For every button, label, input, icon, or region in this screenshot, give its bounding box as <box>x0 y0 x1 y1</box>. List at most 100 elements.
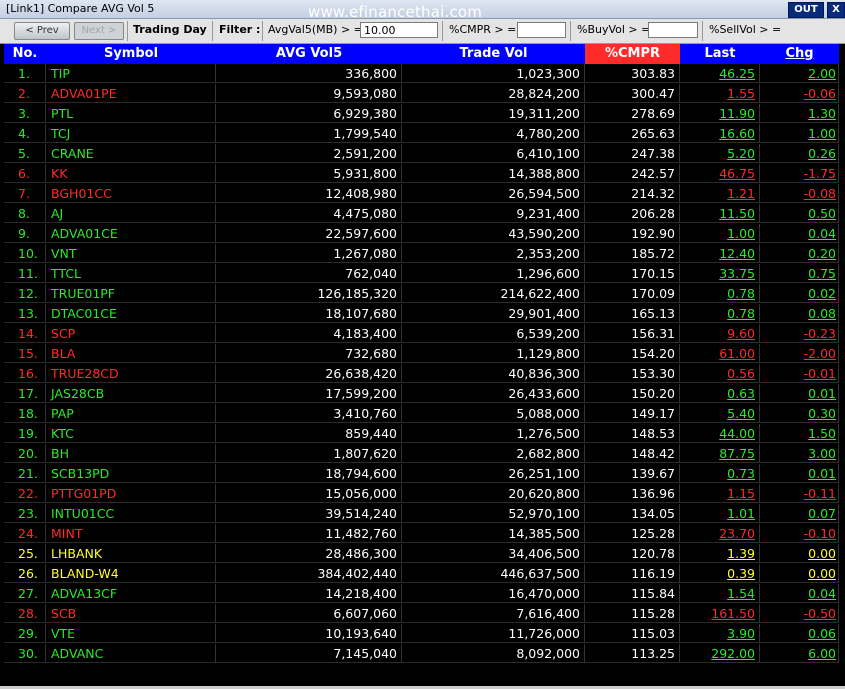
buyvol-filter-input[interactable] <box>648 22 698 38</box>
row-chg-link[interactable]: 0.00 <box>760 564 839 583</box>
row-chg-link[interactable]: -1.75 <box>760 164 839 183</box>
cmpr-filter-input[interactable] <box>517 22 566 38</box>
table-row[interactable]: 9. ADVA01CE 22,597,600 43,590,200 192.90 1.00… <box>4 224 839 244</box>
row-last-link[interactable]: 5.40 <box>680 404 760 423</box>
row-symbol[interactable]: SCB <box>46 604 216 623</box>
row-chg-link[interactable]: 1.50 <box>760 424 839 443</box>
table-row[interactable]: 6. KK 5,931,800 14,388,800 242.57 46.75 -1.75 <box>4 164 839 184</box>
table-row[interactable]: 18. PAP 3,410,760 5,088,000 149.17 5.40 0.30 <box>4 404 839 424</box>
row-last-link[interactable]: 1.54 <box>680 584 760 603</box>
row-symbol[interactable]: ADVANC <box>46 644 216 663</box>
row-symbol[interactable]: JAS28CB <box>46 384 216 403</box>
row-chg-link[interactable]: 0.08 <box>760 304 839 323</box>
table-row[interactable]: 17. JAS28CB 17,599,200 26,433,600 150.20 0.63… <box>4 384 839 404</box>
row-chg-link[interactable]: 0.04 <box>760 224 839 243</box>
row-symbol[interactable]: BH <box>46 444 216 463</box>
row-symbol[interactable]: CRANE <box>46 144 216 163</box>
table-row[interactable]: 24. MINT 11,482,760 14,385,500 125.28 23.70 -0… <box>4 524 839 544</box>
row-last-link[interactable]: 3.90 <box>680 624 760 643</box>
row-symbol[interactable]: DTAC01CE <box>46 304 216 323</box>
table-row[interactable]: 29. VTE 10,193,640 11,726,000 115.03 3.90 0.06 <box>4 624 839 644</box>
row-symbol[interactable]: BLAND-W4 <box>46 564 216 583</box>
row-symbol[interactable]: KTC <box>46 424 216 443</box>
table-row[interactable]: 7. BGH01CC 12,408,980 26,594,500 214.32 1.21-… <box>4 184 839 204</box>
row-symbol[interactable]: SCP <box>46 324 216 343</box>
row-chg-link[interactable]: -0.06 <box>760 84 839 103</box>
row-last-link[interactable]: 46.75 <box>680 164 760 183</box>
row-last-link[interactable]: 1.15 <box>680 484 760 503</box>
row-last-link[interactable]: 0.56 <box>680 364 760 383</box>
row-last-link[interactable]: 1.55 <box>680 84 760 103</box>
table-row[interactable]: 13. DTAC01CE 18,107,680 29,901,400 165.13 0.7… <box>4 304 839 324</box>
row-chg-link[interactable]: -0.23 <box>760 324 839 343</box>
table-row[interactable]: 5. CRANE 2,591,200 6,410,100 247.38 5.20 0.26 <box>4 144 839 164</box>
row-chg-link[interactable]: 0.01 <box>760 384 839 403</box>
row-last-link[interactable]: 11.90 <box>680 104 760 123</box>
row-last-link[interactable]: 33.75 <box>680 264 760 283</box>
row-last-link[interactable]: 1.21 <box>680 184 760 203</box>
row-chg-link[interactable]: 1.30 <box>760 104 839 123</box>
row-last-link[interactable]: 161.50 <box>680 604 760 623</box>
table-row[interactable]: 30. ADVANC 7,145,040 8,092,000 113.25 292.00 6… <box>4 644 839 664</box>
table-row[interactable]: 25. LHBANK 28,486,300 34,406,500 120.78 1.39 0… <box>4 544 839 564</box>
header-last[interactable]: Last <box>680 44 760 64</box>
row-last-link[interactable]: 1.39 <box>680 544 760 563</box>
table-row[interactable]: 10. VNT 1,267,080 2,353,200 185.72 12.40 0.20 <box>4 244 839 264</box>
row-chg-link[interactable]: 0.20 <box>760 244 839 263</box>
row-last-link[interactable]: 5.20 <box>680 144 760 163</box>
row-chg-link[interactable]: -0.10 <box>760 524 839 543</box>
row-symbol[interactable]: TIP <box>46 64 216 83</box>
header-cmpr[interactable]: %CMPR <box>585 44 680 64</box>
row-chg-link[interactable]: 1.00 <box>760 124 839 143</box>
header-no[interactable]: No. <box>4 44 46 64</box>
table-row[interactable]: 16. TRUE28CD 26,638,420 40,836,300 153.30 0.5… <box>4 364 839 384</box>
row-symbol[interactable]: PTL <box>46 104 216 123</box>
row-chg-link[interactable]: -2.00 <box>760 344 839 363</box>
row-chg-link[interactable]: 0.04 <box>760 584 839 603</box>
table-row[interactable]: 8. AJ 4,475,080 9,231,400 206.28 11.50 0.50 <box>4 204 839 224</box>
row-last-link[interactable]: 16.60 <box>680 124 760 143</box>
table-row[interactable]: 20. BH 1,807,620 2,682,800 148.42 87.75 3.00 <box>4 444 839 464</box>
header-chg[interactable]: Chg <box>760 44 839 64</box>
row-last-link[interactable]: 0.63 <box>680 384 760 403</box>
table-row[interactable]: 2. ADVA01PE 9,593,080 28,824,200 300.47 1.55-… <box>4 84 839 104</box>
row-symbol[interactable]: VNT <box>46 244 216 263</box>
row-last-link[interactable]: 1.00 <box>680 224 760 243</box>
row-symbol[interactable]: KK <box>46 164 216 183</box>
row-symbol[interactable]: BLA <box>46 344 216 363</box>
table-row[interactable]: 21. SCB13PD 18,794,600 26,251,100 139.67 0.73… <box>4 464 839 484</box>
row-symbol[interactable]: VTE <box>46 624 216 643</box>
row-chg-link[interactable]: 0.01 <box>760 464 839 483</box>
row-chg-link[interactable]: 0.50 <box>760 204 839 223</box>
table-row[interactable]: 15. BLA 732,680 1,129,800 154.20 61.00 -2.00 <box>4 344 839 364</box>
row-chg-link[interactable]: 0.75 <box>760 264 839 283</box>
row-last-link[interactable]: 12.40 <box>680 244 760 263</box>
row-last-link[interactable]: 23.70 <box>680 524 760 543</box>
row-symbol[interactable]: TTCL <box>46 264 216 283</box>
row-symbol[interactable]: SCB13PD <box>46 464 216 483</box>
row-last-link[interactable]: 0.78 <box>680 304 760 323</box>
row-chg-link[interactable]: 0.07 <box>760 504 839 523</box>
row-chg-link[interactable]: -0.01 <box>760 364 839 383</box>
row-symbol[interactable]: BGH01CC <box>46 184 216 203</box>
row-last-link[interactable]: 292.00 <box>680 644 760 663</box>
row-last-link[interactable]: 0.78 <box>680 284 760 303</box>
row-last-link[interactable]: 11.50 <box>680 204 760 223</box>
row-last-link[interactable]: 0.39 <box>680 564 760 583</box>
row-symbol[interactable]: AJ <box>46 204 216 223</box>
row-last-link[interactable]: 44.00 <box>680 424 760 443</box>
row-chg-link[interactable]: 2.00 <box>760 64 839 83</box>
table-row[interactable]: 19. KTC 859,440 1,276,500 148.53 44.00 1.50 <box>4 424 839 444</box>
row-symbol[interactable]: LHBANK <box>46 544 216 563</box>
row-symbol[interactable]: MINT <box>46 524 216 543</box>
table-row[interactable]: 11. TTCL 762,040 1,296,600 170.15 33.75 0.75 <box>4 264 839 284</box>
row-chg-link[interactable]: -0.50 <box>760 604 839 623</box>
table-row[interactable]: 27. ADVA13CF 14,218,400 16,470,000 115.84 1.5… <box>4 584 839 604</box>
row-last-link[interactable]: 61.00 <box>680 344 760 363</box>
table-row[interactable]: 22. PTTG01PD 15,056,000 20,620,800 136.96 1.1… <box>4 484 839 504</box>
out-button[interactable]: OUT <box>788 2 824 18</box>
table-row[interactable]: 26. BLAND-W4 384,402,440 446,637,500 116.19 0… <box>4 564 839 584</box>
row-last-link[interactable]: 87.75 <box>680 444 760 463</box>
avgvol-filter-input[interactable]: 10.00 <box>360 22 438 38</box>
row-symbol[interactable]: INTU01CC <box>46 504 216 523</box>
